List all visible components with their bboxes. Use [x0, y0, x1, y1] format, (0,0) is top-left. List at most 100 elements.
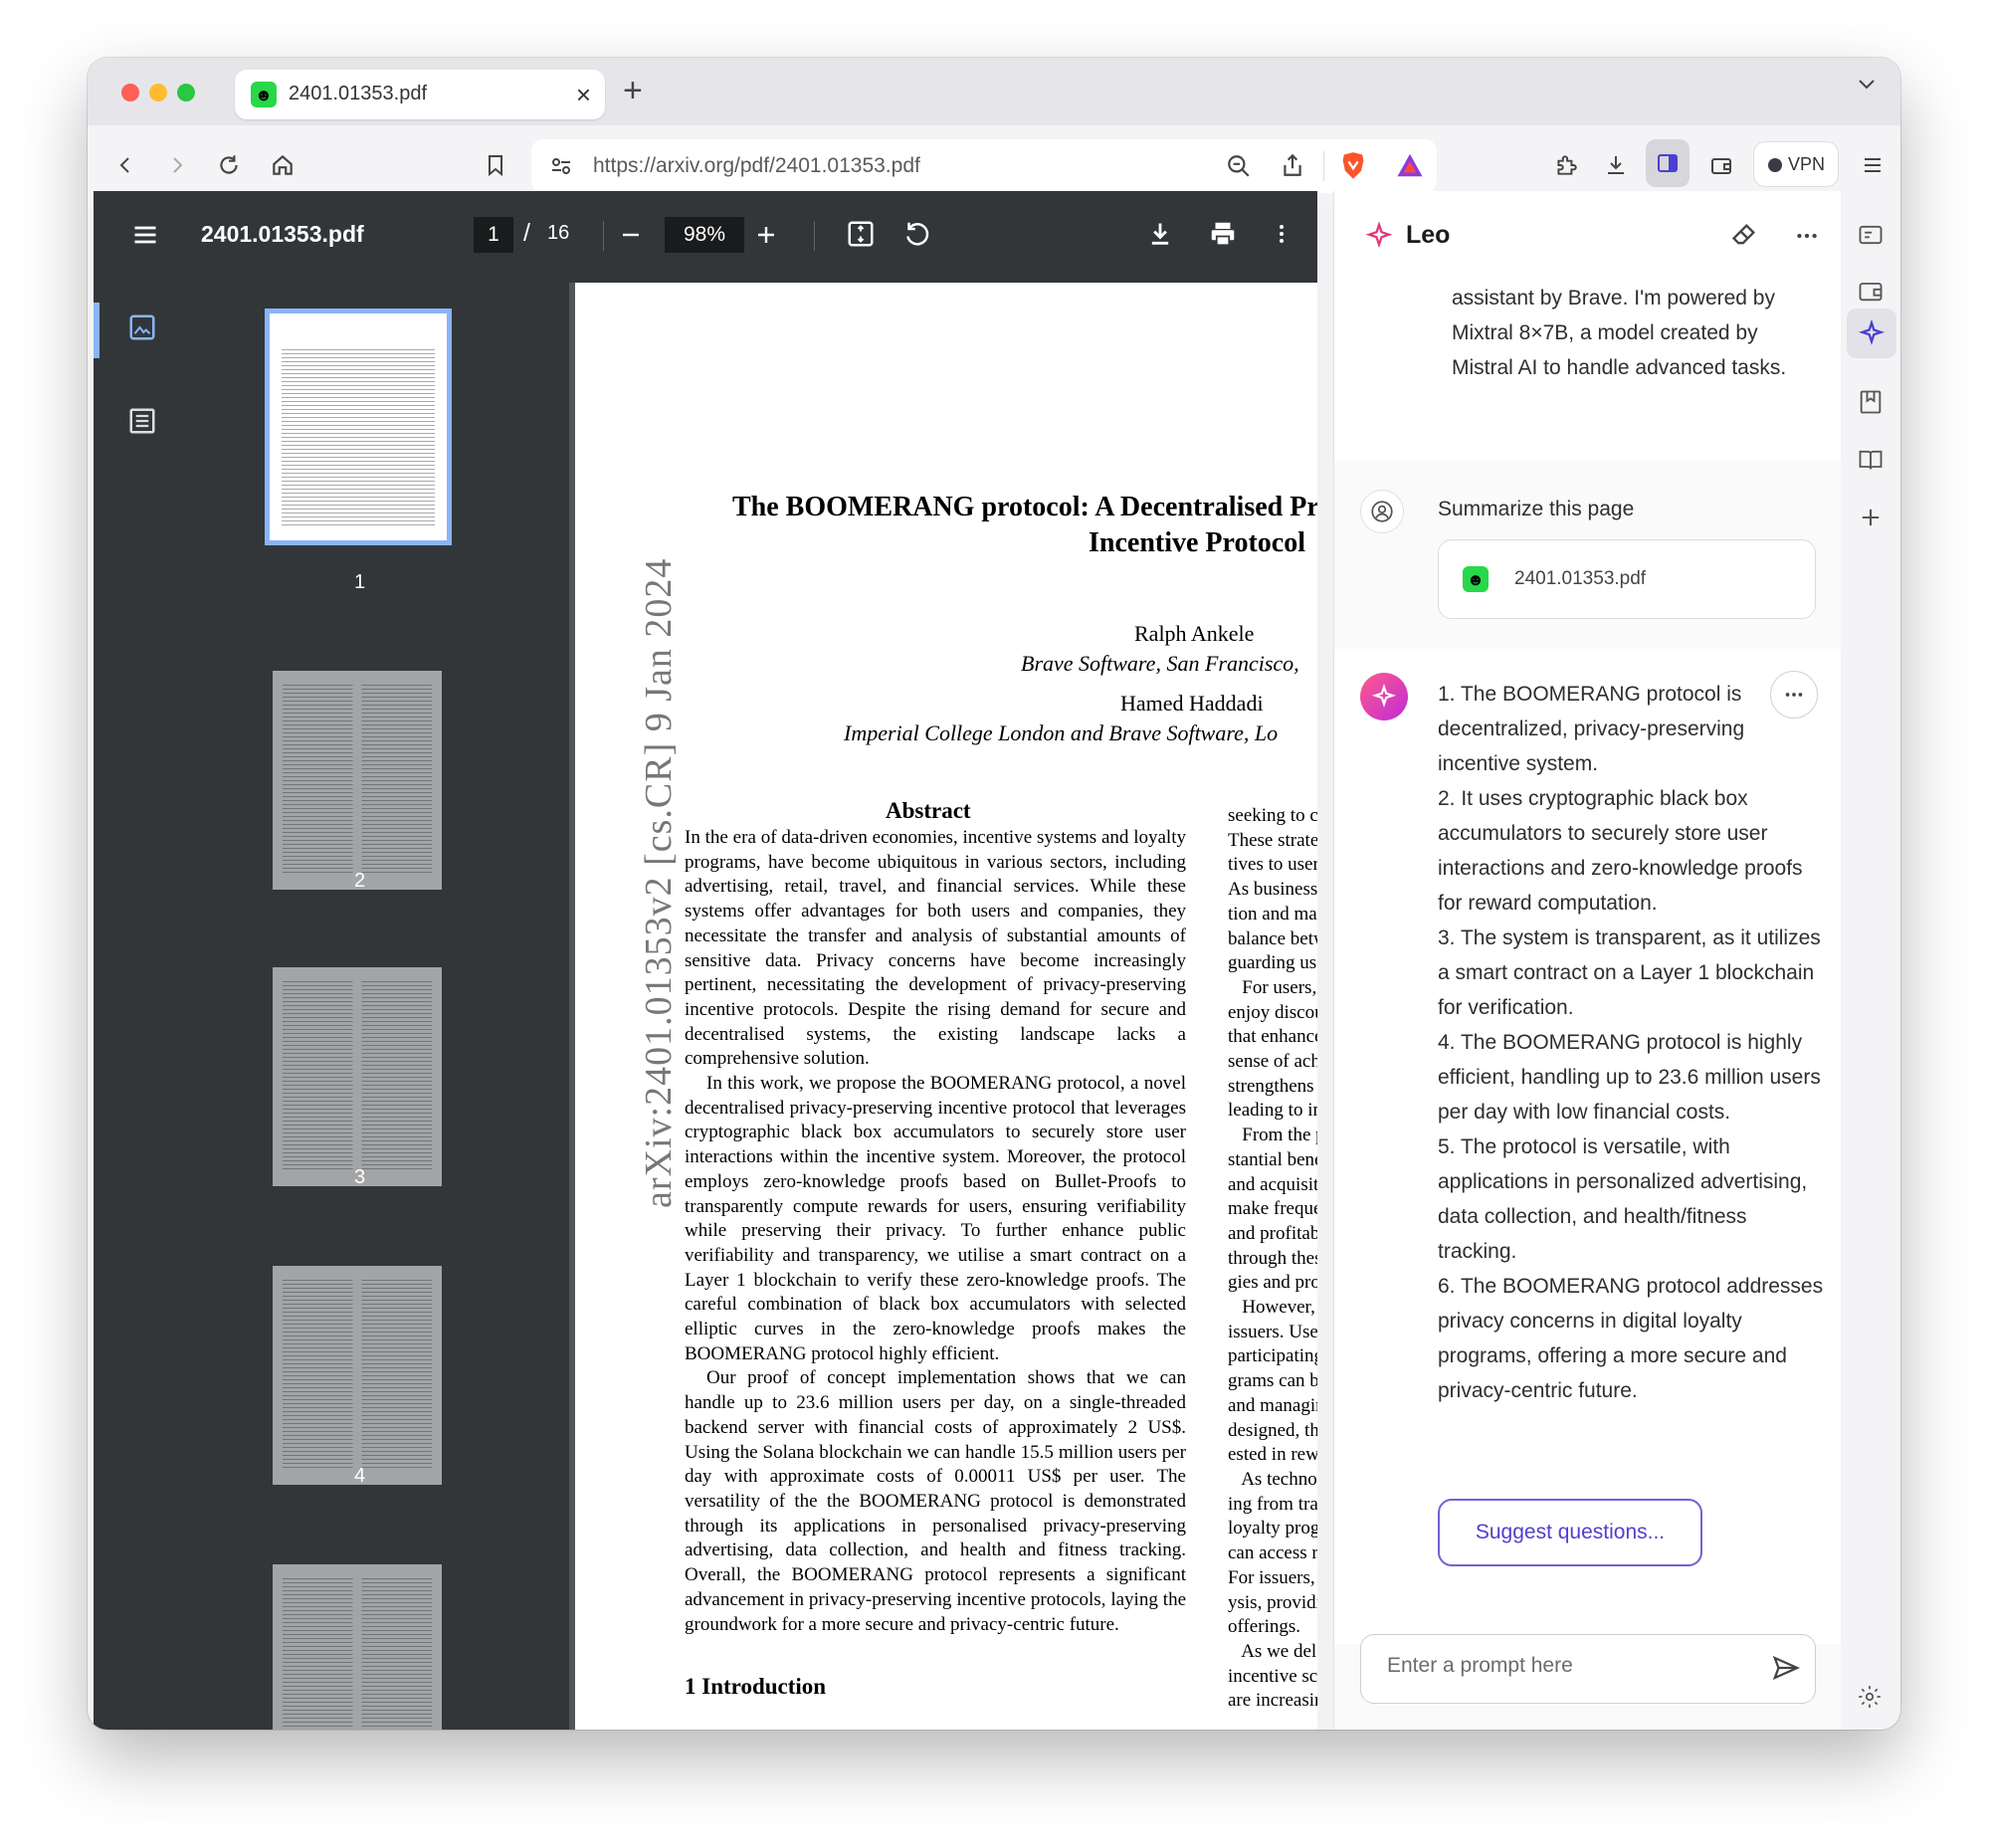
add-icon[interactable] [1857, 504, 1885, 531]
reading-list-icon[interactable] [1857, 221, 1885, 249]
leo-intro-text: assistant by Brave. I'm powered by Mixtr… [1452, 287, 1787, 379]
new-tab-button[interactable]: + [623, 72, 643, 110]
paper-title: The BOOMERANG protocol: A Decentralised … [732, 492, 1317, 522]
abstract-paragraph: Our proof of concept implementation show… [685, 1367, 1186, 1635]
thumbnail-text-lines [283, 981, 432, 1172]
pdf-toolbar: 2401.01353.pdf 1 / 16 98% [94, 191, 1317, 283]
page-thumbnail-4[interactable] [273, 1266, 442, 1485]
user-avatar [1360, 490, 1404, 533]
reading-mode-icon[interactable] [1857, 446, 1885, 474]
more-horizontal-icon[interactable] [1794, 223, 1820, 249]
page-total: 16 [547, 222, 570, 244]
leo-assistant-panel: Leo assistant by Brave. I'm powered by M… [1333, 191, 1842, 1730]
page-thumbnail-5[interactable] [273, 1564, 442, 1730]
url-text[interactable]: https://arxiv.org/pdf/2401.01353.pdf [593, 154, 920, 178]
share-icon[interactable] [1280, 151, 1305, 179]
thumbnail-label: 1 [354, 571, 366, 593]
image-thumbnails-icon[interactable] [127, 312, 157, 342]
wallet-button[interactable] [1705, 149, 1737, 181]
abstract-paragraph: In the era of data-driven economies, inc… [685, 827, 1186, 1070]
address-bar[interactable]: https://arxiv.org/pdf/2401.01353.pdf [531, 139, 1437, 193]
leo-sparkle-icon [1365, 221, 1393, 249]
smiley-favicon-icon: ☻ [251, 82, 277, 107]
wallet-icon[interactable] [1857, 277, 1885, 305]
page-thumbnail-3[interactable] [273, 967, 442, 1186]
zoom-minus-icon[interactable] [619, 223, 643, 247]
user-query: Summarize this page [1438, 498, 1635, 520]
zoom-level-input[interactable]: 98% [665, 217, 744, 253]
thumbnail-view-indicator [94, 303, 99, 358]
reload-button[interactable] [213, 149, 245, 181]
abstract-paragraph: In this work, we propose the BOOMERANG p… [685, 1073, 1186, 1364]
message-options-button[interactable] [1770, 671, 1818, 719]
attached-page-chip[interactable]: ☻ 2401.01353.pdf [1438, 539, 1816, 619]
back-button[interactable] [109, 149, 141, 181]
thumbnail-label: 2 [354, 870, 366, 892]
summary-item: 4. The BOOMERANG protocol is highly effi… [1438, 1031, 1821, 1124]
tab-title: 2401.01353.pdf [289, 83, 428, 104]
thumbnail-menu-icon[interactable] [131, 221, 159, 249]
summary-item: 5. The protocol is versatile, with appli… [1438, 1135, 1808, 1263]
brave-rewards-icon[interactable] [1395, 151, 1425, 179]
hamburger-menu-icon [1865, 158, 1881, 172]
summary-item: 2. It uses cryptographic black box accum… [1438, 787, 1803, 915]
print-icon[interactable] [1208, 219, 1238, 249]
chevron-down-icon[interactable] [1855, 72, 1879, 96]
leo-sidebar-button[interactable] [1847, 308, 1896, 358]
close-tab-icon[interactable]: × [576, 80, 591, 110]
page-number-input[interactable]: 1 [474, 217, 513, 253]
puzzle-icon [1557, 155, 1577, 175]
brave-shields-icon[interactable] [1339, 151, 1367, 181]
summary-item: 3. The system is transparent, as it util… [1438, 926, 1821, 1019]
author-affiliation: Brave Software, San Francisco, [1021, 651, 1299, 676]
extensions-button[interactable] [1550, 149, 1582, 181]
leo-avatar [1360, 673, 1408, 720]
minimize-window-button[interactable] [149, 84, 167, 102]
sidebar-toggle-button[interactable] [1646, 139, 1690, 187]
more-horizontal-icon [1785, 693, 1803, 697]
zoom-window-button[interactable] [177, 84, 195, 102]
active-tab[interactable]: ☻ 2401.01353.pdf × [235, 70, 605, 119]
vpn-status-icon [1768, 158, 1782, 172]
more-vert-icon[interactable] [1270, 219, 1293, 249]
download-pdf-icon[interactable] [1146, 219, 1174, 249]
home-button[interactable] [267, 149, 298, 181]
eraser-icon[interactable] [1730, 221, 1758, 249]
downloads-button[interactable] [1600, 149, 1632, 181]
abstract-heading: Abstract [886, 798, 971, 823]
section-heading: 1 Introduction [685, 1674, 827, 1699]
thumbnail-panel: 1 2 3 4 [94, 283, 569, 1730]
site-settings-icon[interactable] [549, 154, 573, 178]
pdf-filename: 2401.01353.pdf [201, 221, 364, 247]
bookmark-button[interactable] [480, 149, 511, 181]
main-menu-button[interactable] [1857, 149, 1889, 181]
download-icon [1608, 156, 1624, 174]
bookmarks-icon[interactable] [1857, 388, 1885, 416]
leo-sparkle-icon [1858, 319, 1886, 345]
author-name: Ralph Ankele [1134, 621, 1255, 646]
send-icon[interactable] [1771, 1653, 1801, 1683]
close-window-button[interactable] [121, 84, 139, 102]
thumbnail-text-lines [283, 685, 432, 876]
suggest-questions-label: Suggest questions... [1475, 1521, 1666, 1543]
tab-bar: ☻ 2401.01353.pdf × + [88, 58, 1900, 125]
page-thumbnail-2[interactable] [273, 671, 442, 890]
reload-icon [220, 155, 238, 174]
leo-intro-message: assistant by Brave. I'm powered by Mixtr… [1334, 281, 1842, 460]
author-affiliation: Imperial College London and Brave Softwa… [844, 720, 1279, 745]
leo-title: Leo [1406, 221, 1451, 249]
vpn-button[interactable]: VPN [1753, 141, 1839, 187]
fit-page-icon[interactable] [846, 219, 876, 249]
gear-icon[interactable] [1857, 1684, 1883, 1710]
zoom-out-icon[interactable] [1226, 153, 1252, 179]
page-thumbnail-1[interactable] [265, 308, 452, 545]
forward-button[interactable] [161, 149, 193, 181]
thumbnail-text-lines [282, 349, 435, 526]
prompt-box[interactable] [1360, 1634, 1816, 1704]
home-icon [273, 154, 293, 175]
document-outline-icon[interactable] [127, 406, 157, 436]
suggest-questions-button[interactable]: Suggest questions... [1438, 1499, 1702, 1566]
zoom-plus-icon[interactable] [754, 223, 778, 247]
rotate-icon[interactable] [901, 219, 931, 249]
prompt-input[interactable] [1385, 1653, 1737, 1679]
